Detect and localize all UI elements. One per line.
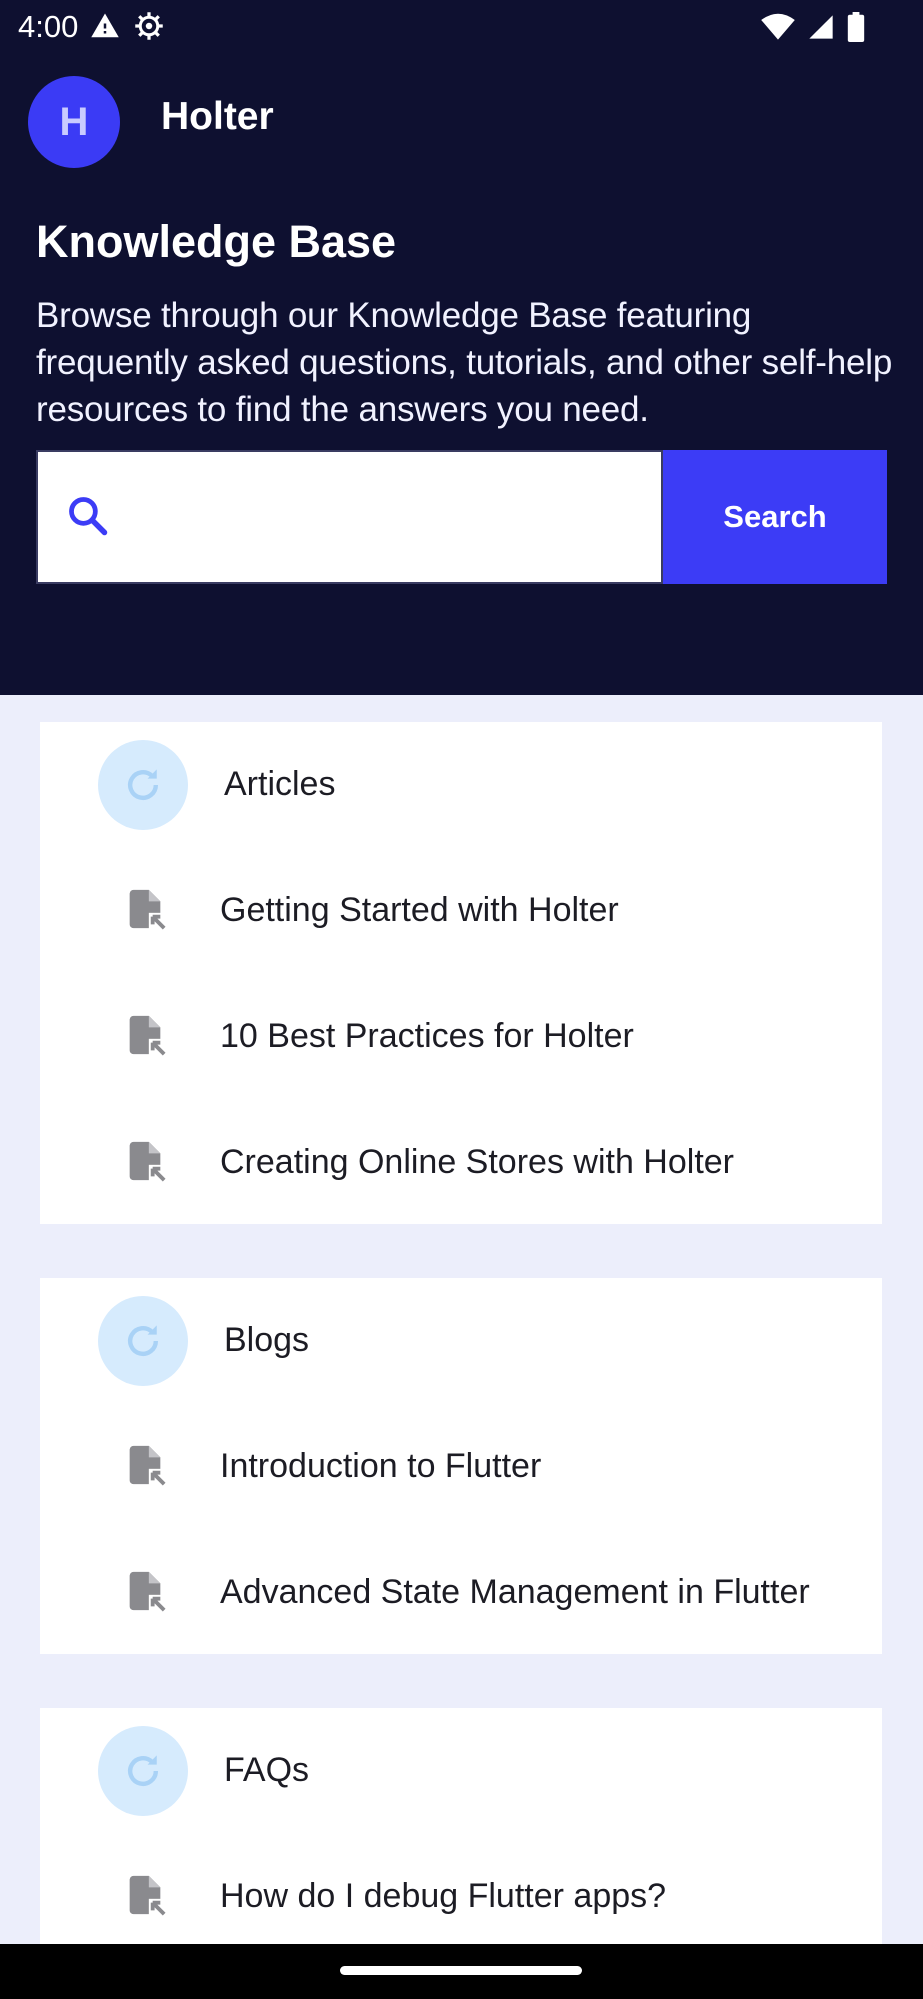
category-avatar [98, 1726, 188, 1816]
category-header-articles[interactable]: Articles [40, 722, 882, 846]
system-nav-bar [0, 1944, 923, 1999]
list-item[interactable]: Introduction to Flutter [40, 1402, 882, 1528]
refresh-icon [127, 1755, 159, 1787]
list-item-label: Getting Started with Holter [220, 891, 619, 929]
search-icon [66, 494, 110, 543]
blogs-card: Blogs Introduction to Flutter Advanced S… [40, 1278, 882, 1654]
list-item-label: Creating Online Stores with Holter [220, 1143, 735, 1181]
settings-icon [134, 11, 164, 46]
refresh-icon [127, 1325, 159, 1357]
battery-icon [847, 12, 865, 47]
wifi-icon [761, 13, 795, 46]
app-title: Holter [161, 95, 274, 138]
list-item-label: 10 Best Practices for Holter [220, 1017, 634, 1055]
header: H Holter Knowledge Base Browse through o… [0, 54, 923, 695]
list-item[interactable]: 10 Best Practices for Holter [40, 972, 882, 1098]
status-bar: 4:00 [0, 0, 923, 54]
search-button[interactable]: Search [663, 450, 887, 584]
list-item[interactable]: Getting Started with Holter [40, 846, 882, 972]
document-icon [122, 1567, 168, 1620]
document-icon [122, 885, 168, 938]
status-time: 4:00 [18, 9, 79, 44]
articles-card: Articles Getting Started with Holter 10 … [40, 722, 882, 1224]
avatar[interactable]: H [28, 76, 120, 168]
category-label: Blogs [224, 1321, 310, 1359]
document-icon [122, 1137, 168, 1190]
category-avatar [98, 740, 188, 830]
category-label: Articles [224, 765, 336, 803]
document-icon [122, 1871, 168, 1924]
document-icon [122, 1441, 168, 1494]
search-input[interactable] [138, 472, 642, 564]
refresh-icon [127, 769, 159, 801]
document-icon [122, 1011, 168, 1064]
page-title: Knowledge Base [36, 216, 397, 267]
home-gesture-handle[interactable] [340, 1966, 582, 1975]
category-label: FAQs [224, 1751, 310, 1789]
list-item-label: Advanced State Management in Flutter [220, 1573, 810, 1611]
faqs-card: FAQs How do I debug Flutter apps? [40, 1708, 882, 1944]
list-item[interactable]: Advanced State Management in Flutter [40, 1528, 882, 1654]
category-header-faqs[interactable]: FAQs [40, 1708, 882, 1832]
page-description: Browse through our Knowledge Base featur… [36, 296, 893, 429]
search-box[interactable] [36, 450, 663, 584]
list-item-label: How do I debug Flutter apps? [220, 1877, 667, 1915]
category-avatar [98, 1296, 188, 1386]
warning-icon [90, 11, 120, 46]
category-header-blogs[interactable]: Blogs [40, 1278, 882, 1402]
signal-icon [807, 13, 835, 46]
list-item[interactable]: How do I debug Flutter apps? [40, 1832, 882, 1958]
list-item-label: Introduction to Flutter [220, 1447, 542, 1485]
list-item[interactable]: Creating Online Stores with Holter [40, 1098, 882, 1224]
